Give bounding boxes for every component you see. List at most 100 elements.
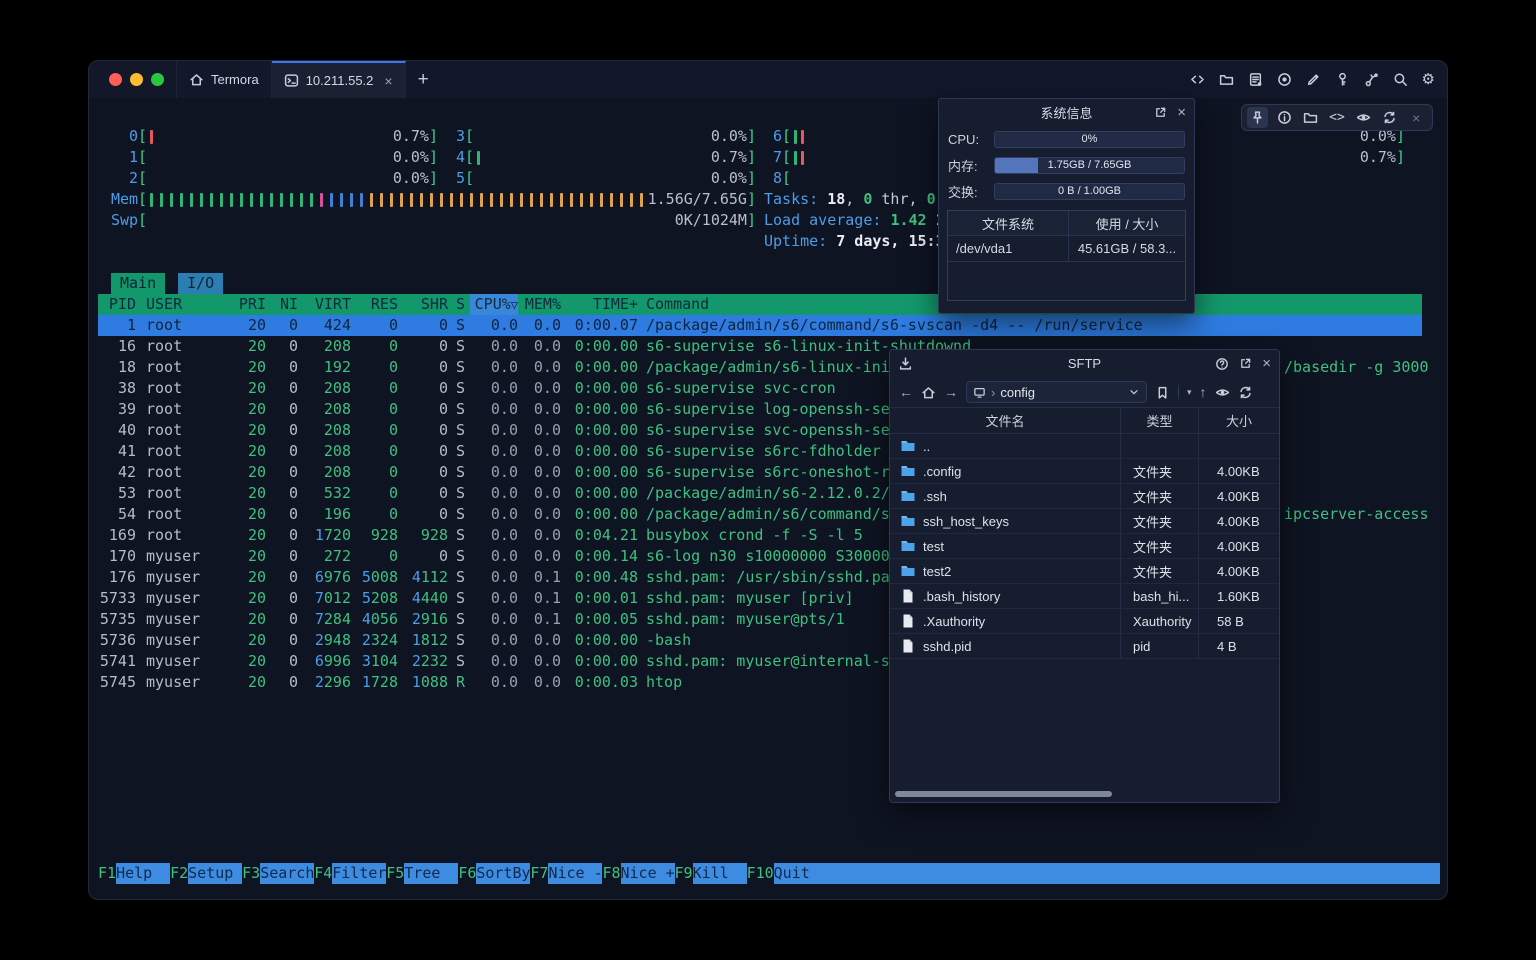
file-size: 4.00KB [1199, 534, 1279, 558]
close-icon: × [1412, 110, 1420, 126]
process-row[interactable]: 1root20042400S0.00.00:00.07/package/admi… [98, 315, 1422, 336]
orange-meter-bar [580, 193, 583, 207]
green-meter-bar [180, 193, 183, 207]
htop-tab-io[interactable]: I/O [178, 273, 223, 294]
open-in-window-icon[interactable] [1154, 106, 1167, 119]
close-window-button[interactable] [109, 73, 122, 86]
key-icon[interactable] [1335, 72, 1350, 87]
cpu-meter-3: 3[0.0%] [447, 126, 756, 147]
htop-tab-main[interactable]: Main [111, 273, 165, 294]
keychain-icon[interactable] [1364, 72, 1379, 87]
edit-icon[interactable] [1306, 72, 1321, 87]
htop-function-bar: F1HelpF2SetupF3SearchF4FilterF5TreeF6Sor… [98, 863, 1440, 884]
snippets-button[interactable]: <> [1326, 107, 1347, 128]
file-row[interactable]: ssh_host_keys文件夹4.00KB [890, 509, 1279, 534]
file-row[interactable]: test2文件夹4.00KB [890, 559, 1279, 584]
bookmark-caret-icon[interactable]: ▾ [1187, 387, 1192, 398]
close-tab-icon[interactable]: × [384, 73, 392, 89]
back-icon[interactable]: ← [899, 384, 913, 400]
file-row[interactable]: test文件夹4.00KB [890, 534, 1279, 559]
file-table-header: 文件名 类型 大小 [890, 407, 1279, 434]
refresh-icon[interactable] [1238, 385, 1253, 400]
file-row[interactable]: sshd.pidpid4 B [890, 634, 1279, 659]
fnlabel-filter[interactable]: Filter [332, 863, 386, 884]
green-meter-bar [190, 193, 193, 207]
forward-icon[interactable]: → [944, 384, 958, 400]
host-icon [973, 386, 986, 399]
col-type[interactable]: 类型 [1121, 408, 1199, 433]
new-tab-button[interactable]: + [406, 61, 441, 98]
green-meter-bar [220, 193, 223, 207]
file-row[interactable]: .. [890, 434, 1279, 459]
header-col-time[interactable]: TIME+ [561, 294, 638, 315]
fnlabel-sortby[interactable]: SortBy [476, 863, 530, 884]
pin-button[interactable] [1247, 107, 1268, 128]
path-selector[interactable]: › config [966, 381, 1147, 403]
green-meter-bar [794, 151, 797, 165]
file-name: .Xauthority [923, 614, 985, 629]
file-row[interactable]: .XauthorityXauthority58 B [890, 609, 1279, 634]
folder-icon[interactable] [1219, 72, 1234, 87]
termora-window: Termora 10.211.55.2 × + ⚙ 0[0.7%]1[0.0%]… [88, 60, 1448, 900]
green-meter-bar [200, 193, 203, 207]
close-panel-icon[interactable]: × [1262, 355, 1271, 372]
horizontal-scrollbar[interactable] [895, 791, 1112, 797]
fnlabel-setup[interactable]: Setup [188, 863, 242, 884]
fnlabel-quit[interactable]: Quit [774, 863, 828, 884]
header-col-mem[interactable]: MEM% [518, 294, 561, 315]
header-col-shr[interactable]: SHR [398, 294, 448, 315]
info-button[interactable] [1273, 107, 1294, 128]
col-filename[interactable]: 文件名 [890, 408, 1121, 433]
minimize-window-button[interactable] [130, 73, 143, 86]
header-col-cpu[interactable]: CPU%▽ [470, 294, 518, 315]
tab-session[interactable]: 10.211.55.2 × [272, 61, 406, 98]
upload-icon[interactable]: ↑ [1200, 384, 1207, 400]
header-col-s[interactable]: S [448, 294, 470, 315]
show-hidden-eye-icon[interactable] [1215, 385, 1230, 400]
fnlabel-search[interactable]: Search [260, 863, 314, 884]
process-table-header: PIDUSERPRINIVIRTRESSHRSCPU%▽MEM%TIME+Com… [98, 294, 1422, 315]
visibility-button[interactable] [1353, 107, 1374, 128]
download-icon[interactable] [898, 356, 913, 371]
green-meter-bar [260, 193, 263, 207]
header-col-pid[interactable]: PID [98, 294, 136, 315]
file-size: 4 B [1199, 634, 1279, 658]
file-size: 4.00KB [1199, 484, 1279, 508]
home-icon[interactable] [921, 385, 936, 400]
bookmark-icon[interactable] [1155, 385, 1170, 400]
record-icon[interactable] [1277, 72, 1292, 87]
header-col-virt[interactable]: VIRT [298, 294, 351, 315]
terminal-view[interactable]: 0[0.7%]1[0.0%]2[0.0%]3[0.0%]4[0.7%]5[0.0… [89, 98, 1447, 899]
fnlabel-help[interactable]: Help [116, 863, 170, 884]
file-row[interactable]: .ssh文件夹4.00KB [890, 484, 1279, 509]
open-in-window-icon[interactable] [1239, 357, 1252, 370]
info-icon [1277, 110, 1292, 125]
close-toolbar-button[interactable]: × [1406, 107, 1427, 128]
tab-termora[interactable]: Termora [176, 61, 272, 98]
orange-meter-bar [530, 193, 533, 207]
fnlabel-nice[interactable]: Nice + [621, 863, 675, 884]
file-row[interactable]: .config文件夹4.00KB [890, 459, 1279, 484]
log-icon[interactable] [1248, 72, 1263, 87]
file-size [1199, 434, 1279, 458]
settings-gear-icon[interactable]: ⚙ [1422, 72, 1435, 87]
help-icon[interactable] [1215, 357, 1229, 371]
blue-meter-bar [350, 193, 353, 207]
fnlabel-kill[interactable]: Kill [693, 863, 747, 884]
file-row[interactable]: .bash_historybash_hi...1.60KB [890, 584, 1279, 609]
close-panel-icon[interactable]: × [1177, 104, 1186, 121]
header-col-user[interactable]: USER [136, 294, 206, 315]
header-col-res[interactable]: RES [351, 294, 398, 315]
files-button[interactable] [1300, 107, 1321, 128]
header-col-pri[interactable]: PRI [206, 294, 266, 315]
header-col-ni[interactable]: NI [266, 294, 298, 315]
fnlabel-nice[interactable]: Nice - [548, 863, 602, 884]
search-icon[interactable] [1393, 72, 1408, 87]
code-icon[interactable] [1190, 72, 1205, 87]
col-size[interactable]: 大小 [1199, 408, 1279, 433]
filesystem-row[interactable]: /dev/vda1 45.61GB / 58.3... [948, 236, 1185, 262]
sync-button[interactable] [1379, 107, 1400, 128]
fnlabel-tree[interactable]: Tree [404, 863, 458, 884]
zoom-window-button[interactable] [151, 73, 164, 86]
orange-meter-bar [380, 193, 383, 207]
